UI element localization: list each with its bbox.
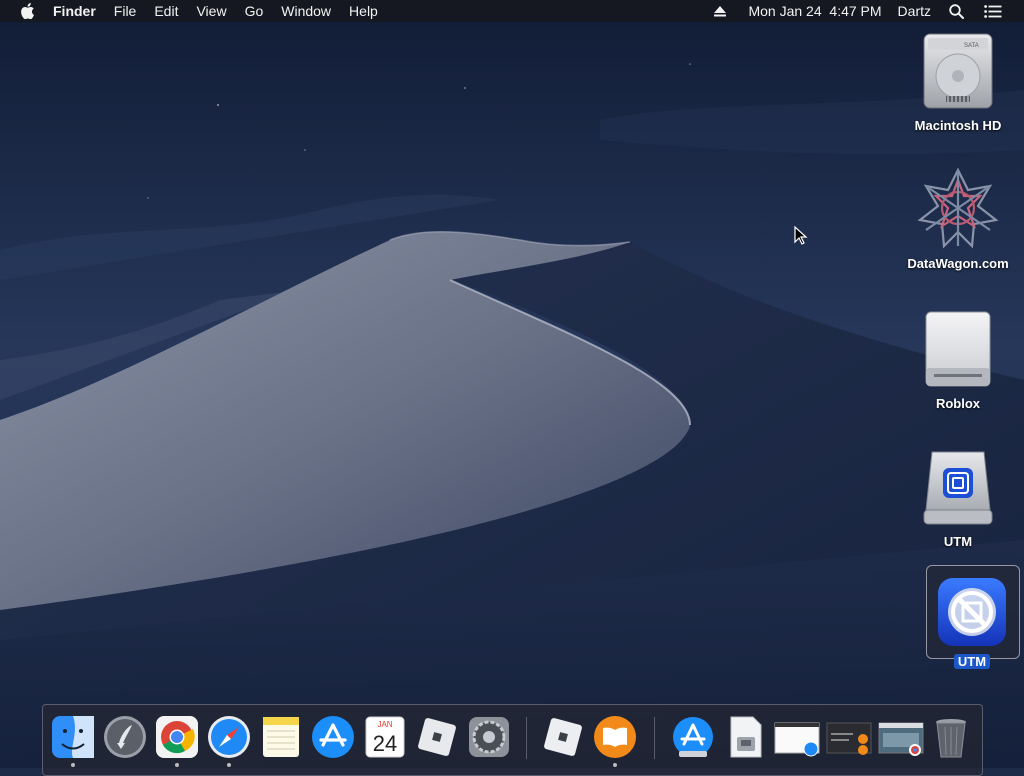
window-preview-icon (774, 722, 820, 757)
dock-item-roblox[interactable] (413, 713, 461, 761)
dock-item-window-preview-2[interactable] (825, 713, 873, 761)
menu-go[interactable]: Go (236, 0, 273, 22)
notification-center-icon[interactable] (978, 0, 1024, 22)
utm-disk-icon (923, 451, 993, 525)
dock-separator (654, 717, 655, 759)
dock: JAN 24 (42, 704, 983, 776)
running-indicator (613, 763, 617, 767)
datawagon-icon (917, 168, 999, 249)
running-indicator (227, 763, 231, 767)
menu-view[interactable]: View (187, 0, 235, 22)
dock-item-notes[interactable] (257, 713, 305, 761)
dock-item-launchpad[interactable] (101, 713, 149, 761)
desktop-icon-datawagon[interactable]: DataWagon.com (903, 168, 1013, 273)
desktop-icon-label: UTM (943, 534, 973, 549)
system-preferences-icon (469, 717, 509, 757)
desktop-icon-utm-disk[interactable]: UTM (903, 448, 1013, 551)
clock[interactable]: Mon Jan 24 4:47 PM (742, 0, 887, 22)
apple-icon[interactable] (19, 2, 37, 20)
calendar-day: 24 (373, 731, 397, 756)
roblox-icon (418, 718, 456, 756)
roblox-icon (544, 718, 582, 756)
utm-app-icon (938, 578, 1006, 646)
menu-help[interactable]: Help (340, 0, 387, 22)
removable-disk-icon (925, 311, 991, 387)
dock-item-system-preferences[interactable] (465, 713, 513, 761)
eject-icon[interactable] (708, 0, 742, 22)
dock-item-finder[interactable] (49, 713, 97, 761)
dock-item-app-store[interactable] (309, 713, 357, 761)
desktop-icon-macintosh-hd[interactable]: SATA Macintosh HD (903, 30, 1013, 135)
notes-icon (263, 717, 299, 757)
dock-item-books[interactable] (591, 713, 639, 761)
dock-item-calendar[interactable]: JAN 24 (361, 713, 409, 761)
calendar-icon: JAN 24 (365, 716, 405, 758)
running-indicator (71, 763, 75, 767)
dock-item-chrome[interactable] (153, 713, 201, 761)
finder-icon (52, 716, 94, 758)
document-icon (730, 716, 762, 758)
svg-text:SATA: SATA (964, 43, 979, 49)
desktop-wallpaper (0, 0, 1024, 768)
running-indicator (175, 763, 179, 767)
dock-item-document[interactable] (721, 713, 769, 761)
desktop-icon-roblox-disk[interactable]: Roblox (903, 308, 1013, 413)
menu-file[interactable]: File (105, 0, 146, 22)
desktop-icon-label-selected: UTM (953, 654, 991, 669)
desktop-icon-utm-app[interactable]: UTM (917, 576, 1024, 671)
app-store-folder-icon (673, 717, 713, 757)
mouse-pointer-icon (794, 226, 808, 245)
internal-disk-icon: SATA (923, 33, 993, 109)
desktop-icon-label: Roblox (935, 396, 981, 411)
dock-item-app-store-downloads[interactable] (669, 713, 717, 761)
spotlight-search-icon[interactable] (943, 0, 978, 22)
dock-item-window-preview[interactable] (773, 713, 821, 761)
menu-bar: Finder File Edit View Go Window Help Mon… (0, 0, 1024, 22)
trash-icon (936, 719, 966, 758)
dock-separator (526, 717, 527, 759)
desktop-icon-label: DataWagon.com (907, 256, 1009, 271)
menu-app-name[interactable]: Finder (53, 0, 105, 22)
desktop-icon-label: Macintosh HD (914, 118, 1002, 133)
dock-item-window-preview-3[interactable] (877, 713, 925, 761)
launchpad-icon (104, 716, 146, 758)
app-store-icon (312, 716, 354, 758)
safari-icon (208, 716, 250, 758)
dock-item-trash[interactable] (927, 713, 975, 761)
calendar-month: JAN (377, 720, 392, 729)
menu-edit[interactable]: Edit (145, 0, 187, 22)
window-preview-icon (826, 722, 872, 755)
menu-window[interactable]: Window (272, 0, 340, 22)
window-preview-icon (878, 722, 924, 756)
books-icon (594, 716, 636, 758)
user-menu[interactable]: Dartz (888, 0, 943, 22)
dock-item-safari[interactable] (205, 713, 253, 761)
chrome-icon (156, 716, 198, 758)
dock-item-roblox-studio[interactable] (539, 713, 587, 761)
